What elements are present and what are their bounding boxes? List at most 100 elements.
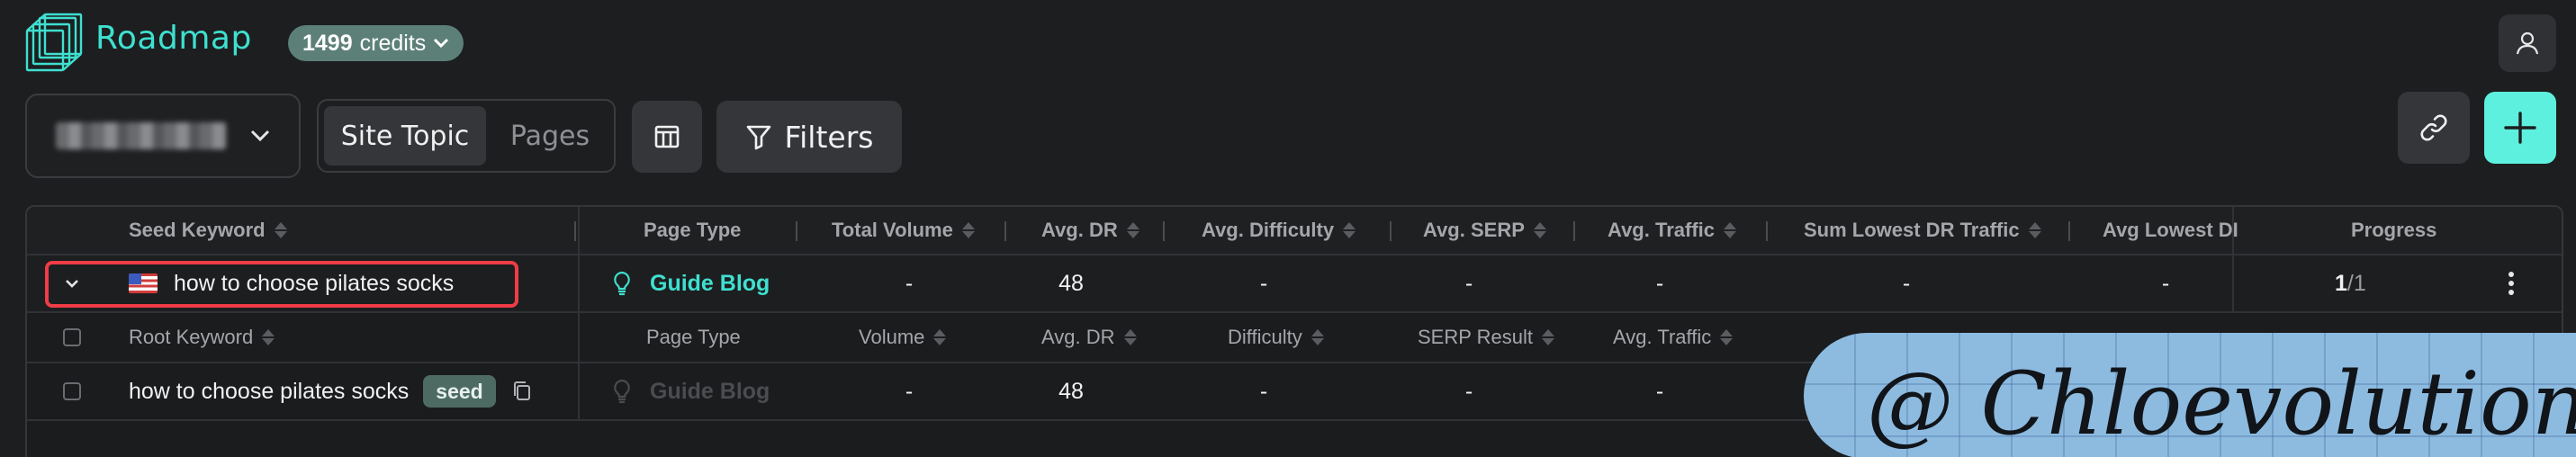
- volume-value: -: [905, 378, 914, 404]
- table-header-row: Seed Keyword Page Type Total Volume Avg.…: [27, 207, 2562, 255]
- sort-icon[interactable]: [1724, 222, 1736, 238]
- avg-dr-value: 48: [1058, 378, 1084, 404]
- column-header-volume[interactable]: Volume: [859, 313, 947, 362]
- sort-icon[interactable]: [961, 222, 975, 238]
- sort-icon[interactable]: [1311, 329, 1324, 345]
- root-keyword-text: how to choose pilates socks: [129, 378, 410, 404]
- page-type-cell: Guide Blog: [612, 363, 770, 419]
- column-header-total-volume[interactable]: Total Volume: [832, 207, 975, 254]
- progress-value: 1 /1: [2335, 255, 2366, 311]
- column-resize-handle[interactable]: [1163, 221, 1165, 241]
- column-divider: [2232, 207, 2234, 254]
- filter-icon: [746, 125, 770, 150]
- column-header-avg-lowest-di[interactable]: Avg Lowest DI: [2103, 207, 2247, 254]
- copy-icon[interactable]: [512, 381, 532, 402]
- credits-label: credits: [359, 30, 427, 56]
- column-resize-handle[interactable]: [1573, 221, 1575, 241]
- project-name-redacted: [56, 122, 227, 149]
- column-resize-handle[interactable]: [1390, 221, 1392, 241]
- highlight-box: [45, 261, 518, 308]
- columns-button[interactable]: [632, 101, 702, 173]
- add-button[interactable]: [2484, 92, 2556, 164]
- total-volume-value: -: [905, 270, 914, 296]
- roadmap-logo-icon: [25, 13, 83, 72]
- seed-badge: seed: [423, 375, 496, 408]
- sort-icon[interactable]: [1123, 329, 1137, 345]
- column-header-serp-result[interactable]: SERP Result: [1418, 313, 1554, 362]
- progress-done: 1: [2335, 270, 2347, 296]
- column-resize-handle[interactable]: [796, 221, 797, 241]
- project-select[interactable]: [25, 94, 301, 178]
- serp-result-value: -: [1464, 378, 1473, 404]
- column-divider: [578, 255, 580, 311]
- sort-icon[interactable]: [1126, 222, 1139, 238]
- column-header-page-type[interactable]: Page Type: [646, 313, 741, 362]
- column-header-avg-serp[interactable]: Avg. SERP: [1423, 207, 1546, 254]
- avg-serp-value: -: [1464, 270, 1473, 296]
- select-all-checkbox[interactable]: [63, 313, 81, 362]
- brand-name[interactable]: Roadmap: [95, 20, 252, 57]
- column-header-progress[interactable]: Progress: [2351, 207, 2436, 254]
- sort-icon[interactable]: [274, 222, 287, 238]
- watermark-badge: @ Chloevolution: [1804, 333, 2576, 457]
- progress-total: /1: [2346, 270, 2366, 296]
- column-resize-handle[interactable]: [1004, 221, 1006, 241]
- chevron-down-icon: [250, 130, 270, 142]
- column-header-avg-difficulty[interactable]: Avg. Difficulty: [1202, 207, 1356, 254]
- credits-amount: 1499: [302, 30, 353, 56]
- sort-icon[interactable]: [2028, 222, 2041, 238]
- column-header-sum-lowest-dr-traffic[interactable]: Sum Lowest DR Traffic: [1804, 207, 2041, 254]
- sort-icon[interactable]: [933, 329, 947, 345]
- column-header-difficulty[interactable]: Difficulty: [1228, 313, 1324, 362]
- difficulty-value: -: [1259, 378, 1268, 404]
- column-divider: [578, 207, 580, 254]
- row-checkbox[interactable]: [63, 363, 81, 419]
- page-type-text: Guide Blog: [650, 270, 770, 296]
- plus-icon: [2504, 112, 2536, 144]
- sort-icon[interactable]: [1343, 222, 1356, 238]
- watermark-signature: @ Chloevolution: [1867, 354, 2576, 454]
- sort-icon[interactable]: [1720, 329, 1734, 345]
- filters-label: Filters: [784, 119, 874, 155]
- column-header-seed-keyword[interactable]: Seed Keyword: [129, 207, 287, 254]
- svg-text:@ Chloevolution: @ Chloevolution: [1867, 354, 2576, 454]
- view-option-pages[interactable]: Pages: [491, 106, 608, 166]
- sort-icon[interactable]: [262, 329, 275, 345]
- credits-dropdown[interactable]: 1499 credits: [288, 25, 464, 61]
- column-divider: [578, 363, 580, 419]
- share-link-button[interactable]: [2398, 92, 2470, 164]
- column-resize-handle[interactable]: [1766, 221, 1768, 241]
- view-option-site-topic[interactable]: Site Topic: [324, 106, 486, 166]
- view-toggle: Site Topic Pages: [317, 99, 616, 173]
- avg-traffic-value: -: [1655, 378, 1664, 404]
- sort-icon[interactable]: [1533, 222, 1546, 238]
- link-icon: [2420, 114, 2447, 141]
- column-header-avg-dr[interactable]: Avg. DR: [1041, 313, 1137, 362]
- sort-icon[interactable]: [1541, 329, 1554, 345]
- root-keyword-cell: how to choose pilates socks seed: [129, 363, 532, 419]
- more-vertical-icon: [2508, 272, 2514, 295]
- avg-lowest-di-value: -: [2161, 270, 2170, 296]
- page-type-cell[interactable]: Guide Blog: [612, 255, 770, 311]
- row-actions-button[interactable]: [2508, 255, 2515, 311]
- lightbulb-icon: [614, 379, 630, 404]
- column-divider: [578, 313, 580, 362]
- column-header-avg-dr[interactable]: Avg. DR: [1041, 207, 1139, 254]
- column-resize-handle[interactable]: [2068, 221, 2070, 241]
- chevron-down-icon: [434, 38, 449, 49]
- columns-icon: [654, 125, 680, 148]
- user-account-button[interactable]: [2499, 14, 2556, 72]
- column-header-root-keyword[interactable]: Root Keyword: [129, 313, 275, 362]
- column-header-avg-traffic[interactable]: Avg. Traffic: [1608, 207, 1736, 254]
- avg-difficulty-value: -: [1259, 270, 1268, 296]
- column-divider: [2232, 255, 2234, 311]
- page-type-text: Guide Blog: [650, 378, 770, 404]
- avg-dr-value: 48: [1058, 270, 1084, 296]
- column-header-avg-traffic[interactable]: Avg. Traffic: [1613, 313, 1734, 362]
- sum-lowest-dr-traffic-value: -: [1902, 270, 1911, 296]
- lightbulb-icon: [614, 271, 630, 296]
- column-header-page-type[interactable]: Page Type: [644, 207, 741, 254]
- column-resize-handle[interactable]: [574, 221, 576, 241]
- filters-button[interactable]: Filters: [716, 101, 902, 173]
- user-icon: [2516, 31, 2539, 55]
